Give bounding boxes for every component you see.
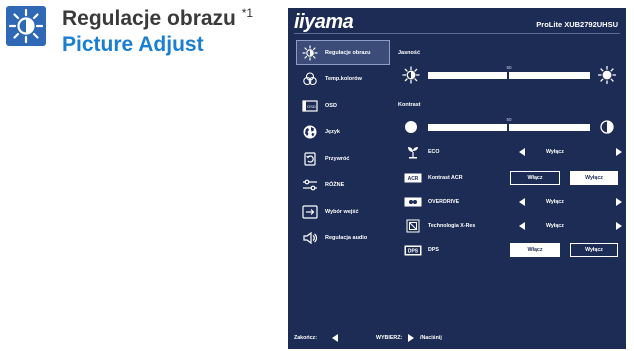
xres-value: Wyłącz <box>546 223 564 229</box>
brightness-label: Jasność <box>398 50 421 56</box>
menu-item-input-select[interactable]: Wybór wejść <box>296 199 390 224</box>
page-title-text: Regulacje obrazu <box>62 7 236 30</box>
overdrive-value: Wyłącz <box>546 199 564 205</box>
model-name: ProLite XUB2792UHSU <box>536 20 618 29</box>
xres-label: Technologia X-Res <box>428 223 476 229</box>
brand-logo: iiyama <box>294 11 354 33</box>
brightness-slider-row: 50 <box>398 64 618 86</box>
osd-menu: Regulacje obrazu Temp.kolorów OSD OSD Ję… <box>296 40 390 252</box>
acr-row: ACR Kontrast ACR Włącz Wyłącz <box>398 168 618 188</box>
xres-icon <box>404 219 422 233</box>
contrast-slider-fill <box>428 124 509 131</box>
xres-prev-arrow[interactable] <box>519 222 525 230</box>
menu-item-reset[interactable]: Przywróć <box>296 146 390 171</box>
contrast-low-icon <box>405 121 417 133</box>
contrast-high-icon <box>600 120 614 134</box>
eco-next-arrow[interactable] <box>616 148 622 156</box>
acr-icon: ACR <box>404 172 422 184</box>
menu-item-label: Regulacja audio <box>325 235 368 241</box>
menu-item-language[interactable]: Język <box>296 120 390 145</box>
color-circles-icon <box>301 70 319 88</box>
brightness-slider-fill <box>428 72 509 79</box>
overdrive-prev-arrow[interactable] <box>519 198 525 206</box>
contrast-slider-row: 50 <box>398 116 618 138</box>
menu-item-picture-adjust[interactable]: Regulacje obrazu <box>296 40 390 65</box>
menu-item-label: OSD <box>325 102 337 109</box>
footer-select-label: WYBIERZ: <box>376 335 403 341</box>
menu-item-label: RÓŻNE <box>325 182 345 188</box>
osd-icon: OSD <box>301 97 319 115</box>
menu-item-label: Regulacje obrazu <box>325 49 371 56</box>
sun-small-icon <box>402 66 420 84</box>
svg-text:DPS: DPS <box>408 248 419 254</box>
dps-off-button[interactable]: Wyłącz <box>570 243 618 257</box>
page-heading: Regulacje obrazu *1 Picture Adjust <box>0 0 290 70</box>
header-divider <box>294 33 620 34</box>
footer-press-label: /Naciśnij <box>420 335 442 341</box>
dps-icon: DPS <box>404 244 422 256</box>
xres-row[interactable]: Technologia X-Res Wyłącz <box>398 216 622 236</box>
overdrive-label: OVERDRIVE <box>428 199 460 205</box>
eco-row[interactable]: ECO Wyłącz <box>398 142 622 162</box>
svg-text:OSD: OSD <box>307 104 316 109</box>
dps-label: DPS <box>428 247 439 253</box>
osd-panel: iiyama ProLite XUB2792UHSU Regulacje obr… <box>288 8 626 349</box>
footnote-mark: *1 <box>241 6 254 20</box>
acr-label: Kontrast ACR <box>428 175 463 181</box>
acr-on-button[interactable]: Włącz <box>510 171 560 185</box>
reset-icon <box>301 150 319 168</box>
input-select-icon <box>301 203 319 221</box>
svg-text:ACR: ACR <box>408 176 419 182</box>
footer-exit-label: Zakończ: <box>294 335 317 341</box>
speaker-icon <box>301 229 319 247</box>
eco-label: ECO <box>428 149 440 155</box>
menu-item-audio[interactable]: Regulacja audio <box>296 226 390 251</box>
overdrive-icon <box>404 196 422 208</box>
overdrive-next-arrow[interactable] <box>616 198 622 206</box>
contrast-label: Kontrast <box>398 102 421 108</box>
menu-item-label: Język <box>325 129 340 135</box>
eco-prev-arrow[interactable] <box>519 148 525 156</box>
misc-sliders-icon <box>301 176 319 194</box>
overdrive-row[interactable]: OVERDRIVE Wyłącz <box>398 192 622 212</box>
page-title: Regulacje obrazu *1 <box>62 6 253 31</box>
brightness-sun-icon <box>301 44 319 62</box>
osd-footer: Zakończ: WYBIERZ: /Naciśnij <box>294 333 620 343</box>
left-arrow-icon <box>332 334 338 342</box>
brightness-sun-icon <box>6 6 46 46</box>
menu-item-color-temp[interactable]: Temp.kolorów <box>296 67 390 92</box>
menu-item-misc[interactable]: RÓŻNE <box>296 173 390 198</box>
page-subtitle: Picture Adjust <box>62 33 204 56</box>
dps-on-button[interactable]: Włącz <box>510 243 560 257</box>
acr-off-button[interactable]: Wyłącz <box>570 171 618 185</box>
contrast-value: 50 <box>506 117 512 122</box>
brightness-slider[interactable]: 50 <box>428 65 590 79</box>
sun-large-icon <box>598 66 616 84</box>
menu-item-label: Przywróć <box>325 155 350 162</box>
xres-next-arrow[interactable] <box>616 222 622 230</box>
brightness-value: 50 <box>506 65 512 70</box>
right-arrow-icon <box>408 334 414 342</box>
menu-item-osd[interactable]: OSD OSD <box>296 93 390 118</box>
menu-item-label: Wybór wejść <box>325 208 359 215</box>
dps-row: DPS DPS Włącz Wyłącz <box>398 240 618 260</box>
menu-item-label: Temp.kolorów <box>325 76 362 82</box>
contrast-slider[interactable]: 50 <box>428 117 590 131</box>
eco-value: Wyłącz <box>546 149 564 155</box>
eco-plant-icon <box>404 146 422 159</box>
globe-icon <box>301 123 319 141</box>
